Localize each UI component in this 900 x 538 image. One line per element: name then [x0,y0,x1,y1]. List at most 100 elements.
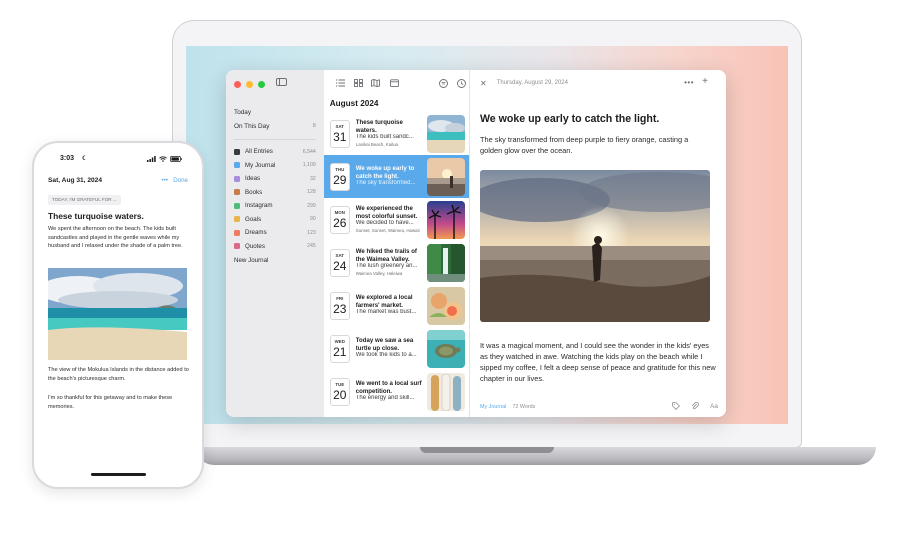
journal-count: 90 [309,216,316,223]
entry-snippet: The energy and skill... [355,395,415,402]
zoom-window-button[interactable] [258,80,265,88]
journal-count: 32 [309,175,316,182]
phone-entry-photo[interactable] [48,268,187,360]
filter-icon[interactable] [438,79,448,88]
wifi-icon [159,156,167,162]
phone-device: 3:03 ☾ Sat, Aug 31, 2024 ••• Done TODAY,… [32,141,204,489]
attachment-icon[interactable] [691,402,699,410]
status-time: 3:03 [60,155,75,162]
entry-title: We experienced the most colorful sunset. [355,205,418,220]
list-item[interactable]: SAT 24 We hiked the trails of the Waimea… [324,241,469,284]
sidebar-item-today[interactable]: Today [234,106,316,120]
sidebar-item-dreams[interactable]: Dreams 123 [234,226,316,240]
journal-color-swatch [234,216,240,223]
signal-icon [147,156,156,162]
tag-icon[interactable] [672,402,681,410]
phone-status-bar: 3:03 ☾ [34,155,202,165]
journal-count: 128 [307,189,316,196]
list-item[interactable]: SAT 31 These turquoise waters. The kids … [324,112,469,155]
date-tile: WED 21 [329,334,350,363]
journal-name: Dreams [245,229,267,237]
sidebar-item-books[interactable]: Books 128 [234,186,316,200]
entry-location: Lanikai Beach, Kailua [355,141,398,147]
entry-thumbnail [427,329,465,368]
list-item[interactable]: FRI 23 We explored a local farmers' mark… [324,284,469,327]
journal-count: 299 [307,202,316,209]
entry-heading[interactable]: We woke up early to catch the light. [480,113,716,125]
entry-photo[interactable] [480,170,710,322]
journal-name: Quotes [245,242,265,250]
sidebar-item-quotes[interactable]: Quotes 245 [234,240,316,254]
close-window-button[interactable] [234,80,241,88]
list-item[interactable]: TUE 20 We went to a local surf competiti… [324,370,469,413]
entry-title: We explored a local farmers' market. [355,294,413,309]
minimize-window-button[interactable] [246,80,253,88]
home-indicator[interactable] [91,473,146,476]
day-number: 24 [333,258,347,273]
sidebar-item-goals[interactable]: Goals 90 [234,213,316,227]
phone-entry-date: Sat, Aug 31, 2024 [48,177,102,184]
more-options-icon[interactable]: ••• [684,78,694,87]
entry-title: We went to a local surf competition. [355,380,422,395]
sidebar-item-on-this-day[interactable]: On This Day 8 [234,120,316,134]
list-item[interactable]: WED 21 Today we saw a sea turtle up clos… [324,327,469,370]
sidebar-item-count: 8 [312,123,316,130]
new-journal-button[interactable]: New Journal [234,257,316,264]
sidebar-item-my-journal[interactable]: My Journal 1,109 [234,159,316,173]
app-window: Today On This Day 8 All Entries 6,544 My… [226,70,726,417]
entry-location: Sunset, Sunset, Waimea, Hawaii [355,227,420,233]
phone-entry-header: Sat, Aug 31, 2024 ••• Done [48,177,188,187]
grid-view-icon[interactable] [353,79,363,87]
day-number: 21 [333,344,347,359]
text-format-button[interactable]: Aa [710,403,718,410]
battery-icon [170,156,182,162]
sidebar-item-label: Today [234,109,252,117]
entry-snippet: The market was bust... [355,309,417,316]
date-tile: MON 26 [329,205,350,234]
date-tile: SAT 24 [329,248,350,277]
new-entry-icon[interactable]: + [702,76,708,87]
sidebar-item-instagram[interactable]: Instagram 299 [234,199,316,213]
list-item-selected[interactable]: THU 29 We woke up early to catch the lig… [323,155,469,198]
close-icon[interactable]: ✕ [480,79,487,88]
list-toolbar [324,70,469,96]
entry-location: Waimea Valley, Haleiwa [355,270,403,276]
entry-snippet: The lush greenery an... [355,263,418,270]
phone-paragraph[interactable]: The view of the Mokulua Islands in the d… [48,366,192,383]
entry-snippet: We took the kids to a... [355,352,417,359]
list-view-icon[interactable] [335,79,345,87]
journal-color-swatch [234,148,240,155]
phone-entry-title[interactable]: These turquoise waters. [48,211,144,221]
day-number: 26 [333,215,347,230]
date-tile: FRI 23 [329,291,350,320]
journal-color-swatch [234,229,240,236]
entry-snippet: The kids built sandc... [355,134,414,141]
list-item[interactable]: MON 26 We experienced the most colorful … [324,198,469,241]
entry-lede[interactable]: The sky transformed from deep purple to … [480,134,712,156]
sidebar-item-ideas[interactable]: Ideas 32 [234,172,316,186]
sidebar-toggle-icon[interactable] [276,78,287,86]
journal-color-swatch [234,243,240,250]
sidebar: Today On This Day 8 All Entries 6,544 My… [226,70,324,417]
sidebar-divider [234,139,316,140]
phone-paragraph[interactable]: I'm so thankful for this getaway and to … [48,394,192,411]
map-view-icon[interactable] [370,79,380,87]
entry-thumbnail [427,114,465,153]
entry-thumbnail [427,286,465,325]
sidebar-item-label: On This Day [234,122,270,130]
footer-journal-link[interactable]: My Journal [480,404,506,410]
more-options-icon[interactable]: ••• [162,177,169,184]
phone-paragraph[interactable]: We spent the afternoon on the beach. The… [48,225,192,251]
prompt-chip[interactable]: TODAY, I'M GRATEFUL FOR ... [48,195,121,205]
calendar-view-icon[interactable] [389,79,399,87]
journal-name: My Journal [245,161,276,169]
journal-color-swatch [234,202,240,209]
entry-list: August 2024 SAT 31 These turquoise water… [323,70,470,417]
sidebar-item-all-entries[interactable]: All Entries 6,544 [234,145,316,159]
marketing-stage: Today On This Day 8 All Entries 6,544 My… [0,0,900,538]
entry-body[interactable]: It was a magical moment, and I could see… [480,340,716,384]
day-number: 20 [333,387,347,402]
journal-count: 6,544 [302,148,316,155]
history-icon[interactable] [456,79,466,88]
done-button[interactable]: Done [173,177,188,184]
